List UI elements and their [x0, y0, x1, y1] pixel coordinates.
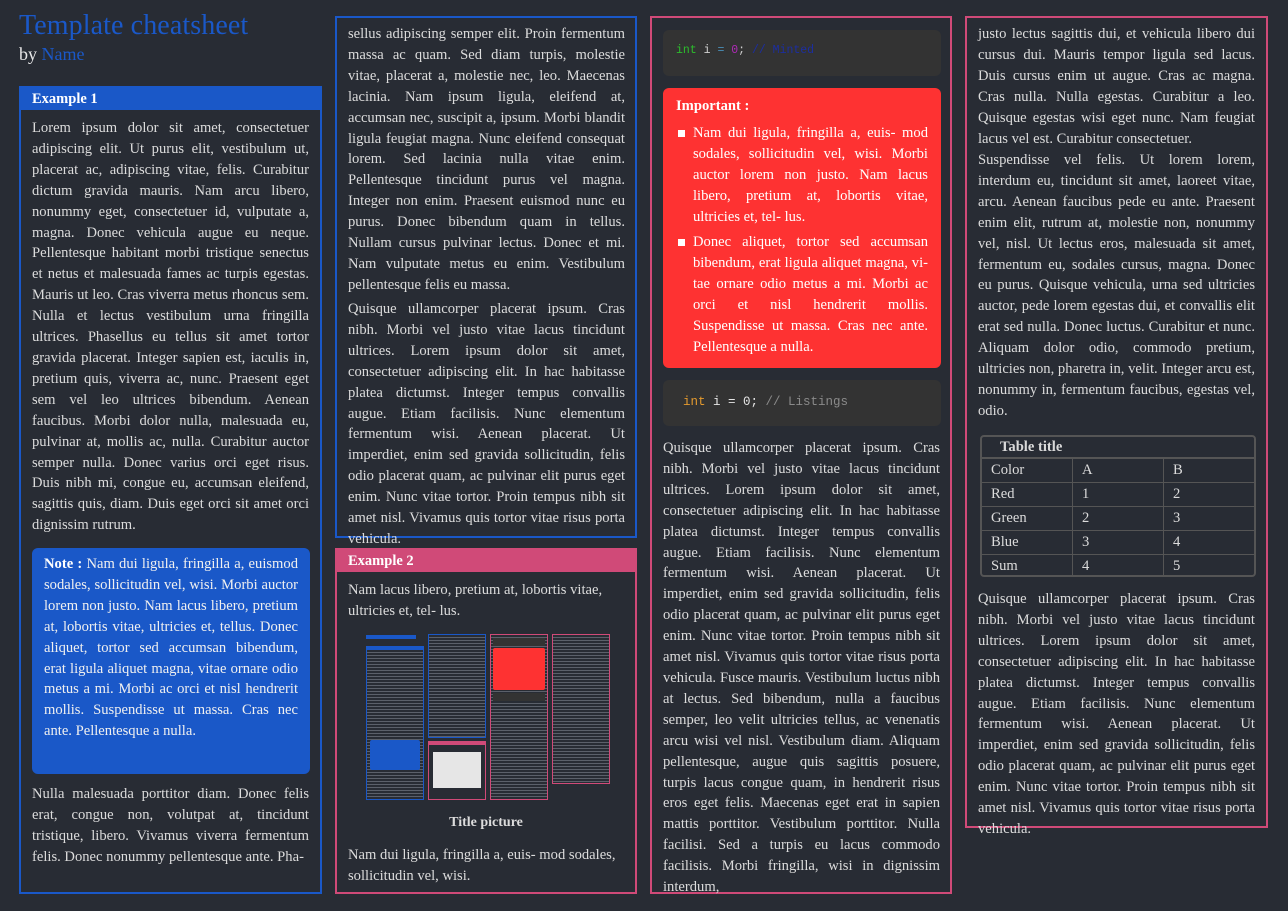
- table-title: Table title: [982, 437, 1254, 459]
- table-header-row: Color A B: [982, 459, 1254, 483]
- thumb-code2: [493, 693, 545, 701]
- table-cell: Blue: [982, 531, 1073, 555]
- thumb-important: [493, 648, 545, 690]
- column3-box: int i = 0; // Minted Important : Nam dui…: [650, 16, 952, 895]
- important-list: Nam dui ligula, fringilla a, euis- mod s…: [676, 123, 928, 358]
- important-item: Nam dui ligula, fringilla a, euis- mod s…: [676, 123, 928, 228]
- author-name: Name: [41, 44, 85, 64]
- table-cell: 5: [1173, 558, 1181, 574]
- example2-box: Example 2 Nam lacus libero, pretium at, …: [335, 548, 637, 894]
- thumb-note: [370, 740, 420, 770]
- table-cell: Red: [982, 483, 1073, 507]
- table-cell: 3: [1164, 507, 1254, 531]
- table-row: Sum 4 5: [982, 555, 1254, 575]
- thumb-ex2-head: [428, 741, 486, 745]
- thumb-col4: [552, 634, 610, 784]
- example1-title: Example 1: [21, 88, 320, 110]
- header-cell: A: [1073, 459, 1164, 483]
- example1-continued-box: sellus adipiscing semper elit. Proin fer…: [335, 16, 637, 547]
- by-label: by: [19, 44, 37, 64]
- example1-paragraph-2: Nulla malesuada porttitor diam. Donec fe…: [32, 786, 309, 865]
- thumb-col1-head: [366, 646, 424, 650]
- continued-paragraph-1: sellus adipiscing semper elit. Proin fer…: [348, 26, 625, 293]
- table-cell: Sum: [982, 555, 1073, 575]
- minted-code-block: int i = 0; // Minted: [663, 30, 941, 76]
- important-item-text: Donec aliquet, tortor sed accumsan biben…: [693, 234, 928, 355]
- important-item: Donec aliquet, tortor sed accumsan biben…: [676, 232, 928, 357]
- table-cell: 3: [1073, 531, 1164, 555]
- listings-code-block: int i = 0; // Listings: [663, 380, 941, 426]
- picture-caption: Title picture: [449, 815, 523, 830]
- thumb-code1: [493, 638, 545, 646]
- column3-paragraph: Quisque ullamcorper placerat ipsum. Cras…: [663, 440, 940, 896]
- important-item-text: Nam dui ligula, fringilla a, euis- mod s…: [693, 124, 928, 225]
- example2-title: Example 2: [337, 550, 635, 572]
- table-cell: 2: [1164, 483, 1254, 507]
- code-var: i: [696, 44, 718, 57]
- table-row: Blue 3 4: [982, 531, 1254, 555]
- note-text: Nam dui ligula, fringilla a, euismod sod…: [44, 556, 299, 740]
- table-row: Green 2 3: [982, 507, 1254, 531]
- thumb-col1: [366, 646, 424, 800]
- table-cell: Green: [982, 507, 1073, 531]
- table-cell: 4: [1164, 531, 1254, 555]
- column4-paragraph-3: Quisque ullamcorper placerat ipsum. Cras…: [978, 591, 1255, 837]
- table-cell: 4: [1073, 555, 1164, 575]
- thumb-ex2-pic: [433, 752, 481, 788]
- listing-keyword: int: [683, 395, 706, 409]
- code-keyword: int: [676, 44, 697, 57]
- important-label: Important :: [676, 98, 750, 114]
- square-bullet-icon: [678, 239, 685, 247]
- example2-intro: Nam lacus libero, pretium at, lobortis v…: [348, 582, 603, 619]
- code-num: 0: [724, 44, 739, 57]
- example2-outro: Nam dui ligula, fringilla a, euis- mod s…: [348, 847, 616, 884]
- thumb-col2: [428, 634, 486, 738]
- column4-paragraph-2: Suspendisse vel felis. Ut lorem lorem, i…: [978, 152, 1255, 419]
- column4-paragraph-1: justo lectus sagittis dui, et vehicula l…: [978, 26, 1255, 147]
- listing-comment: // Listings: [758, 395, 849, 409]
- listing-code: i = 0;: [705, 395, 759, 409]
- code-comment: // Minted: [745, 44, 815, 57]
- important-box: Important : Nam dui ligula, fringilla a,…: [663, 88, 941, 368]
- table: Color A B Red 1 2 Green 2 3 Blue 3 4 Sum: [982, 459, 1254, 575]
- example1-box: Example 1 Lorem ipsum dolor sit amet, co…: [19, 86, 322, 894]
- header-cell: Color: [982, 459, 1073, 483]
- continued-paragraph-2: Quisque ullamcorper placerat ipsum. Cras…: [348, 301, 625, 547]
- header-cell: B: [1164, 459, 1254, 483]
- square-bullet-icon: [678, 129, 685, 137]
- example1-paragraph-1: Lorem ipsum dolor sit amet, consectetuer…: [32, 120, 309, 534]
- column4-box: justo lectus sagittis dui, et vehicula l…: [965, 16, 1268, 837]
- note-label: Note :: [44, 556, 83, 572]
- thumb-title: [366, 635, 416, 639]
- note-box: Note : Nam dui ligula, fringilla a, euis…: [32, 548, 310, 774]
- table-cell: 2: [1073, 507, 1164, 531]
- table-row: Red 1 2: [982, 483, 1254, 507]
- table-cell: 1: [1073, 483, 1164, 507]
- data-table: Table title Color A B Red 1 2 Green 2 3 …: [980, 435, 1256, 577]
- page-title: Template cheatsheet: [19, 10, 249, 41]
- thumbnail-picture: [363, 632, 611, 804]
- byline: by Name: [19, 44, 84, 65]
